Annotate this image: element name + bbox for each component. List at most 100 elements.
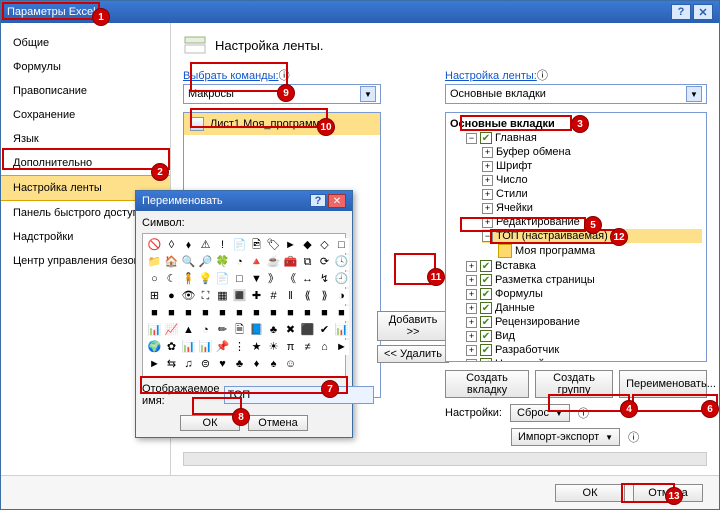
customize-ribbon-select[interactable]: Основные вкладки ▼	[445, 84, 707, 104]
symbol-cell[interactable]: ■	[317, 306, 332, 321]
sidebar-item[interactable]: Сохранение	[1, 103, 170, 127]
symbol-cell[interactable]: ♠	[266, 357, 281, 372]
symbol-cell[interactable]: 📁	[147, 255, 162, 270]
rename-button[interactable]: Переименовать...	[619, 370, 707, 398]
symbol-cell[interactable]: ■	[181, 306, 196, 321]
symbol-cell[interactable]: ♣	[232, 357, 247, 372]
symbol-cell[interactable]: 《	[283, 272, 298, 287]
tree-row[interactable]: + Буфер обмена	[482, 145, 702, 159]
symbol-cell[interactable]: 💡	[198, 272, 213, 287]
symbol-cell[interactable]: 📊	[198, 340, 213, 355]
new-group-button[interactable]: Создать группу	[535, 370, 613, 398]
symbol-cell[interactable]: ♫	[181, 357, 196, 372]
symbol-cell[interactable]: ■	[198, 306, 213, 321]
symbol-cell[interactable]: ✔	[317, 323, 332, 338]
symbol-cell[interactable]: ⛶	[198, 289, 213, 304]
symbol-cell[interactable]: 🏷	[266, 238, 281, 253]
symbol-cell[interactable]: ■	[334, 306, 349, 321]
dialog-close-button[interactable]: ✕	[328, 194, 346, 208]
symbol-cell[interactable]: 📊	[147, 323, 162, 338]
tree-row[interactable]: +✔ Разметка страницы	[466, 273, 702, 287]
symbol-cell[interactable]: ◔	[232, 255, 247, 270]
symbol-cell[interactable]: ■	[249, 306, 264, 321]
symbol-cell[interactable]: 👁	[181, 289, 196, 304]
tree-row[interactable]: +✔ Рецензирование	[466, 315, 702, 329]
symbol-cell[interactable]: ■	[147, 306, 162, 321]
symbol-cell[interactable]: ♦	[249, 357, 264, 372]
symbol-cell[interactable]: ↔	[300, 272, 315, 287]
symbol-cell[interactable]: 📘	[249, 323, 264, 338]
symbol-cell[interactable]: ◆	[300, 238, 315, 253]
symbol-cell[interactable]: ⊞	[147, 289, 162, 304]
symbol-cell[interactable]: ⟪	[300, 289, 315, 304]
symbol-cell[interactable]: ⧉	[300, 255, 315, 270]
command-item[interactable]: Лист1.Моя_программа	[184, 113, 380, 135]
displayname-input[interactable]	[224, 386, 374, 404]
horizontal-scrollbar[interactable]	[183, 452, 707, 466]
tree-row[interactable]: +✔ Надстройки	[466, 357, 702, 362]
add-button[interactable]: Добавить >>	[377, 311, 449, 341]
symbol-cell[interactable]: 🧰	[283, 255, 298, 270]
tree-row[interactable]: −✔ Главная	[466, 131, 702, 145]
tree-row[interactable]: +✔ Разработчик	[466, 343, 702, 357]
symbol-cell[interactable]: ⬧	[181, 238, 196, 253]
tree-row[interactable]: +✔ Вставка	[466, 259, 702, 273]
symbol-cell[interactable]: 📈	[164, 323, 179, 338]
symbol-cell[interactable]: ☾	[164, 272, 179, 287]
symbol-cell[interactable]: 🖻	[249, 238, 264, 253]
symbol-cell[interactable]: 📄	[215, 272, 230, 287]
symbol-cell[interactable]: 📄	[232, 238, 247, 253]
symbol-cell[interactable]: 🕘	[334, 272, 349, 287]
symbol-cell[interactable]: ●	[164, 289, 179, 304]
symbol-cell[interactable]: ■	[300, 306, 315, 321]
help-button[interactable]: ?	[671, 4, 691, 20]
symbol-cell[interactable]: ■	[215, 306, 230, 321]
symbol-cell[interactable]: ⟫	[317, 289, 332, 304]
symbol-cell[interactable]: ▲	[181, 323, 196, 338]
symbol-cell[interactable]: 🚫	[147, 238, 162, 253]
symbol-cell[interactable]: ◑	[334, 289, 349, 304]
symbol-cell[interactable]: 》	[266, 272, 281, 287]
dialog-ok-button[interactable]: ОК	[180, 415, 240, 431]
symbol-cell[interactable]: #	[266, 289, 281, 304]
symbol-cell[interactable]: 🏠	[164, 255, 179, 270]
symbol-cell[interactable]: ⟳	[317, 255, 332, 270]
symbol-cell[interactable]: ⬛	[300, 323, 315, 338]
tree-row[interactable]: +✔ Данные	[466, 301, 702, 315]
symbol-cell[interactable]: ★	[249, 340, 264, 355]
symbol-cell[interactable]: ◊	[164, 238, 179, 253]
symbol-cell[interactable]: ✏	[215, 323, 230, 338]
symbol-cell[interactable]: ✿	[164, 340, 179, 355]
symbol-cell[interactable]: 🌍	[147, 340, 162, 355]
symbol-cell[interactable]: 🔍	[181, 255, 196, 270]
symbol-cell[interactable]: 🔎	[198, 255, 213, 270]
symbol-cell[interactable]: 🔳	[232, 289, 247, 304]
ok-button[interactable]: ОК	[555, 484, 625, 502]
symbol-cell[interactable]: ►	[147, 357, 162, 372]
tree-row[interactable]: + Шрифт	[482, 159, 702, 173]
sidebar-item[interactable]: Язык	[1, 127, 170, 151]
symbol-cell[interactable]: !	[215, 238, 230, 253]
dialog-cancel-button[interactable]: Отмена	[248, 415, 308, 431]
symbol-cell[interactable]: ■	[283, 306, 298, 321]
symbol-cell[interactable]: ▼	[249, 272, 264, 287]
symbol-cell[interactable]: ⊜	[198, 357, 213, 372]
symbol-cell[interactable]: ♣	[266, 323, 281, 338]
symbol-cell[interactable]: ■	[164, 306, 179, 321]
symbol-cell[interactable]: 🕓	[334, 255, 349, 270]
close-button[interactable]: ✕	[693, 4, 713, 20]
ribbon-tree[interactable]: Основные вкладки−✔ Главная+ Буфер обмена…	[445, 112, 707, 362]
remove-button[interactable]: << Удалить	[377, 345, 449, 363]
tree-row[interactable]: + Число	[482, 173, 702, 187]
symbol-cell[interactable]: ‖	[283, 289, 298, 304]
symbol-cell[interactable]: ◇	[317, 238, 332, 253]
symbol-cell[interactable]: ☺	[283, 357, 298, 372]
symbol-cell[interactable]: 📌	[215, 340, 230, 355]
symbol-cell[interactable]: ☕	[266, 255, 281, 270]
dialog-help-button[interactable]: ?	[310, 194, 326, 207]
symbol-cell[interactable]: ►	[283, 238, 298, 253]
reset-dropdown[interactable]: Сброс▼	[510, 404, 570, 422]
tree-row[interactable]: + Стили	[482, 187, 702, 201]
tree-row[interactable]: +✔ Вид	[466, 329, 702, 343]
symbol-cell[interactable]: □	[334, 238, 349, 253]
